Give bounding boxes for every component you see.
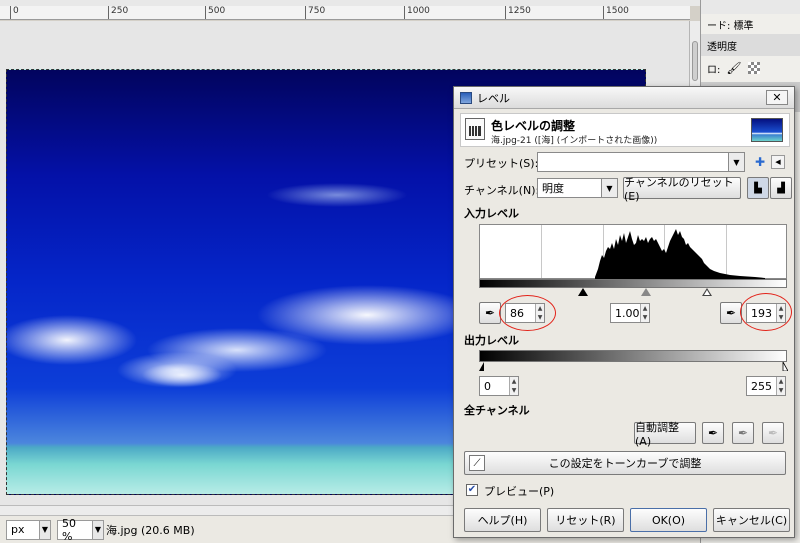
- chevron-down-icon[interactable]: ▼: [92, 519, 104, 540]
- opacity-label: 透明度: [707, 41, 737, 53]
- output-gradient: [479, 350, 787, 362]
- gamma-spin[interactable]: 1.00 ▲ ▼: [610, 303, 650, 323]
- ruler-tick: 500: [205, 6, 225, 19]
- output-levels-label: 出力レベル: [464, 334, 519, 347]
- reset-label: リセット(R): [555, 514, 616, 527]
- close-button[interactable]: ✕: [766, 90, 788, 105]
- cancel-button[interactable]: キャンセル(C): [713, 508, 790, 532]
- channel-combo[interactable]: 明度 ▼: [537, 178, 618, 198]
- spin-arrows[interactable]: ▲ ▼: [509, 377, 518, 395]
- eyedropper-gray-icon: ✒: [737, 426, 749, 440]
- file-info: 海.jpg (20.6 MB): [106, 523, 195, 537]
- log-histogram-icon: ▟: [777, 182, 785, 194]
- ruler-tick: 750: [305, 6, 325, 19]
- white-point-handle[interactable]: [704, 290, 710, 295]
- brush-icon[interactable]: 🖌: [726, 61, 741, 75]
- add-icon[interactable]: ✚: [753, 155, 767, 169]
- chevron-down-icon[interactable]: ▼: [39, 519, 51, 540]
- ruler-tick: 0: [10, 6, 19, 19]
- panel-tabs[interactable]: [701, 0, 800, 14]
- ruler-tick: 1250: [505, 6, 531, 19]
- zoom-value: 50 %: [62, 516, 76, 543]
- preset-label: プリセット(S):: [464, 157, 539, 170]
- output-white-handle[interactable]: [778, 362, 788, 371]
- annotation-circle: [740, 293, 792, 331]
- mode-select[interactable]: ード: 標準: [701, 14, 800, 34]
- ruler-tick: 1500: [603, 6, 629, 19]
- output-high-value: 255: [751, 379, 772, 393]
- ruler-tick: 250: [108, 6, 128, 19]
- output-low-value: 0: [484, 379, 491, 393]
- horizontal-ruler: 0 250 500 750 1000 1250 1500: [0, 6, 690, 20]
- dialog-header: 色レベルの調整 海.jpg-21 ([海] (インポートされた画像)): [460, 113, 790, 147]
- app-icon: [460, 91, 472, 104]
- pick-gray-button[interactable]: ✒: [732, 422, 754, 444]
- output-black-handle[interactable]: [479, 362, 489, 371]
- scrollbar-thumb[interactable]: [692, 41, 698, 81]
- unit-select[interactable]: px: [6, 519, 40, 540]
- histogram-graph: [595, 229, 765, 280]
- output-low-spin[interactable]: 0 ▲ ▼: [479, 376, 519, 396]
- window-title: レベル: [477, 91, 510, 105]
- preset-combo[interactable]: ▼: [537, 152, 745, 172]
- channel-value: 明度: [542, 182, 564, 195]
- chevron-down-icon[interactable]: ▼: [728, 153, 744, 171]
- mode-label: ード: 標準: [707, 20, 754, 32]
- eyedropper-white-icon: ✒: [767, 426, 779, 440]
- gamma-handle[interactable]: [641, 288, 651, 296]
- unit-value: px: [11, 523, 25, 536]
- ok-button[interactable]: OK(O): [630, 508, 707, 532]
- channel-label: チャンネル(N):: [464, 184, 540, 197]
- levels-icon: [465, 118, 485, 140]
- alpha-lock-icon[interactable]: [747, 62, 760, 74]
- eyedropper-icon: ✒: [484, 306, 496, 320]
- menu-arrow-icon[interactable]: ◀: [771, 155, 785, 169]
- spin-arrows[interactable]: ▲ ▼: [776, 377, 785, 395]
- pick-black-button[interactable]: ✒: [702, 422, 724, 444]
- help-label: ヘルプ(H): [477, 514, 528, 527]
- cancel-label: キャンセル(C): [715, 514, 788, 527]
- white-picker-button[interactable]: ✒: [720, 302, 742, 324]
- preview-checkbox[interactable]: ✔: [466, 484, 478, 496]
- dialog-titlebar[interactable]: レベル ✕: [454, 87, 794, 109]
- linear-histogram-icon: ▙: [754, 182, 762, 194]
- chevron-down-icon[interactable]: ▼: [601, 179, 617, 197]
- pick-white-button[interactable]: ✒: [762, 422, 784, 444]
- help-button[interactable]: ヘルプ(H): [464, 508, 541, 532]
- close-icon: ✕: [772, 91, 782, 104]
- header-subtitle: 海.jpg-21 ([海] (インポートされた画像)): [491, 136, 658, 146]
- lock-row: ロ: 🖌: [701, 56, 800, 80]
- annotation-circle: [499, 295, 556, 331]
- output-high-spin[interactable]: 255 ▲ ▼: [746, 376, 786, 396]
- opacity-row[interactable]: 透明度: [701, 34, 800, 56]
- histogram: [479, 224, 787, 280]
- image-thumbnail: [751, 118, 783, 142]
- auto-button[interactable]: 自動調整(A): [634, 421, 696, 448]
- log-histogram-button[interactable]: ▟: [770, 177, 792, 199]
- ruler-tick: 1000: [404, 6, 430, 19]
- lock-label: ロ:: [707, 64, 721, 76]
- linear-histogram-button[interactable]: ▙: [747, 177, 769, 199]
- black-picker-button[interactable]: ✒: [479, 302, 501, 324]
- reset-button[interactable]: リセット(R): [547, 508, 624, 532]
- curves-icon: ⟋: [469, 455, 485, 471]
- header-title: 色レベルの調整: [491, 119, 576, 133]
- curves-label: この設定をトーンカーブで調整: [548, 457, 702, 470]
- input-levels-label: 入力レベル: [464, 207, 519, 220]
- all-channels-label: 全チャンネル: [464, 404, 530, 417]
- spin-arrows[interactable]: ▲ ▼: [640, 304, 649, 322]
- black-point-handle[interactable]: [578, 288, 588, 296]
- auto-label: 自動調整(A): [635, 420, 679, 448]
- preview-label: プレビュー(P): [484, 485, 555, 498]
- channel-reset-label: チャンネルのリセット(E): [624, 175, 734, 203]
- zoom-input[interactable]: 50 %: [57, 516, 93, 543]
- channel-reset-button[interactable]: チャンネルのリセット(E): [623, 176, 741, 203]
- eyedropper-black-icon: ✒: [707, 426, 719, 440]
- eyedropper-icon: ✒: [725, 306, 737, 320]
- ok-label: OK(O): [651, 513, 686, 527]
- levels-dialog: レベル ✕ 色レベルの調整 海.jpg-21 ([海] (インポートされた画像)…: [453, 86, 795, 538]
- input-gradient: [479, 279, 787, 288]
- edit-as-curves-button[interactable]: ⟋ この設定をトーンカーブで調整: [464, 451, 786, 475]
- gamma-value: 1.00: [615, 306, 640, 320]
